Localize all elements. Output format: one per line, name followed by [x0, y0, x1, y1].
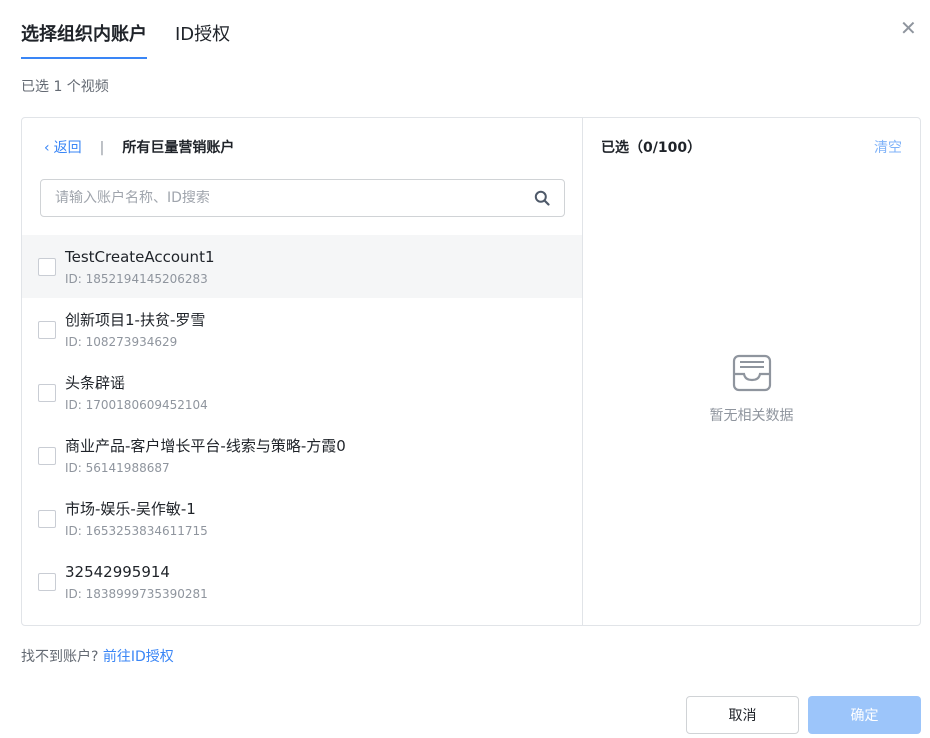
account-checkbox[interactable]	[38, 320, 56, 339]
account-id: ID: 1653253834611715	[65, 523, 208, 538]
selected-pane: 已选（0/100） 清空 暂无相关数据	[583, 118, 920, 625]
account-name: 市场-娱乐-吴作敏-1	[65, 499, 196, 518]
account-name: 创新项目1-扶贫-罗雪	[65, 310, 206, 329]
account-name: 商业产品-客户增长平台-线索与策略-方霞0	[65, 436, 346, 455]
account-checkbox[interactable]	[38, 509, 56, 528]
breadcrumb-title: 所有巨量营销账户	[122, 140, 235, 156]
account-id: ID: 1852194145206283	[65, 271, 208, 286]
footer-hint: 找不到账户? 前往ID授权	[21, 647, 174, 667]
account-name: 32542995914	[65, 562, 170, 581]
tab-select-org-account[interactable]: 选择组织内账户	[21, 22, 147, 59]
account-info: 头条辟谣 ID: 1700180609452104	[65, 372, 208, 414]
account-info: 创新项目1-扶贫-罗雪 ID: 108273934629	[65, 309, 205, 351]
account-name: TestCreateAccount1	[65, 247, 215, 266]
chevron-left-icon: ‹	[44, 140, 50, 156]
search-input[interactable]	[55, 190, 534, 206]
tab-id-authorization[interactable]: ID授权	[175, 22, 230, 54]
list-item[interactable]: 商业产品-客户增长平台-线索与策略-方霞0 ID: 56141988687	[22, 424, 582, 487]
clear-button[interactable]: 清空	[874, 138, 902, 158]
selected-title: 已选（0/100）	[601, 140, 702, 156]
account-checkbox[interactable]	[38, 446, 56, 465]
search-icon[interactable]	[534, 190, 550, 206]
cancel-button[interactable]: 取消	[686, 696, 799, 734]
selected-header: 已选（0/100） 清空	[601, 138, 902, 158]
close-icon[interactable]: ✕	[900, 18, 917, 38]
account-info: 32542995914 ID: 1838999735390281	[65, 561, 208, 603]
account-list: TestCreateAccount1 ID: 1852194145206283 …	[22, 235, 582, 613]
account-id: ID: 1838999735390281	[65, 586, 208, 601]
account-info: 商业产品-客户增长平台-线索与策略-方霞0 ID: 56141988687	[65, 435, 346, 477]
list-item[interactable]: 32542995914 ID: 1838999735390281	[22, 550, 582, 613]
go-id-auth-link[interactable]: 前往ID授权	[103, 649, 174, 665]
selected-video-count: 已选 1 个视频	[21, 79, 109, 95]
account-list-pane: ‹ 返回 | 所有巨量营销账户 TestCreateAccount1 ID: 1…	[22, 118, 583, 625]
account-picker-panel: ‹ 返回 | 所有巨量营销账户 TestCreateAccount1 ID: 1…	[21, 117, 921, 626]
empty-state: 暂无相关数据	[583, 352, 920, 426]
back-button[interactable]: ‹ 返回	[44, 138, 82, 158]
search-box	[40, 179, 565, 217]
account-info: TestCreateAccount1 ID: 1852194145206283	[65, 246, 215, 288]
empty-text: 暂无相关数据	[709, 408, 794, 424]
inbox-empty-icon	[730, 352, 774, 398]
confirm-button[interactable]: 确定	[808, 696, 921, 734]
back-label: 返回	[53, 140, 82, 156]
breadcrumb: ‹ 返回 | 所有巨量营销账户	[44, 138, 234, 158]
account-id: ID: 56141988687	[65, 460, 170, 475]
account-checkbox[interactable]	[38, 257, 56, 276]
account-id: ID: 1700180609452104	[65, 397, 208, 412]
list-item[interactable]: TestCreateAccount1 ID: 1852194145206283	[22, 235, 582, 298]
account-checkbox[interactable]	[38, 572, 56, 591]
tab-bar: 选择组织内账户 ID授权	[21, 22, 230, 59]
account-checkbox[interactable]	[38, 383, 56, 402]
list-item[interactable]: 市场-娱乐-吴作敏-1 ID: 1653253834611715	[22, 487, 582, 550]
account-id: ID: 108273934629	[65, 334, 178, 349]
footer-hint-text: 找不到账户?	[21, 649, 99, 665]
account-info: 市场-娱乐-吴作敏-1 ID: 1653253834611715	[65, 498, 208, 540]
breadcrumb-separator: |	[99, 140, 105, 156]
account-name: 头条辟谣	[65, 373, 126, 392]
list-item[interactable]: 头条辟谣 ID: 1700180609452104	[22, 361, 582, 424]
list-item[interactable]: 创新项目1-扶贫-罗雪 ID: 108273934629	[22, 298, 582, 361]
